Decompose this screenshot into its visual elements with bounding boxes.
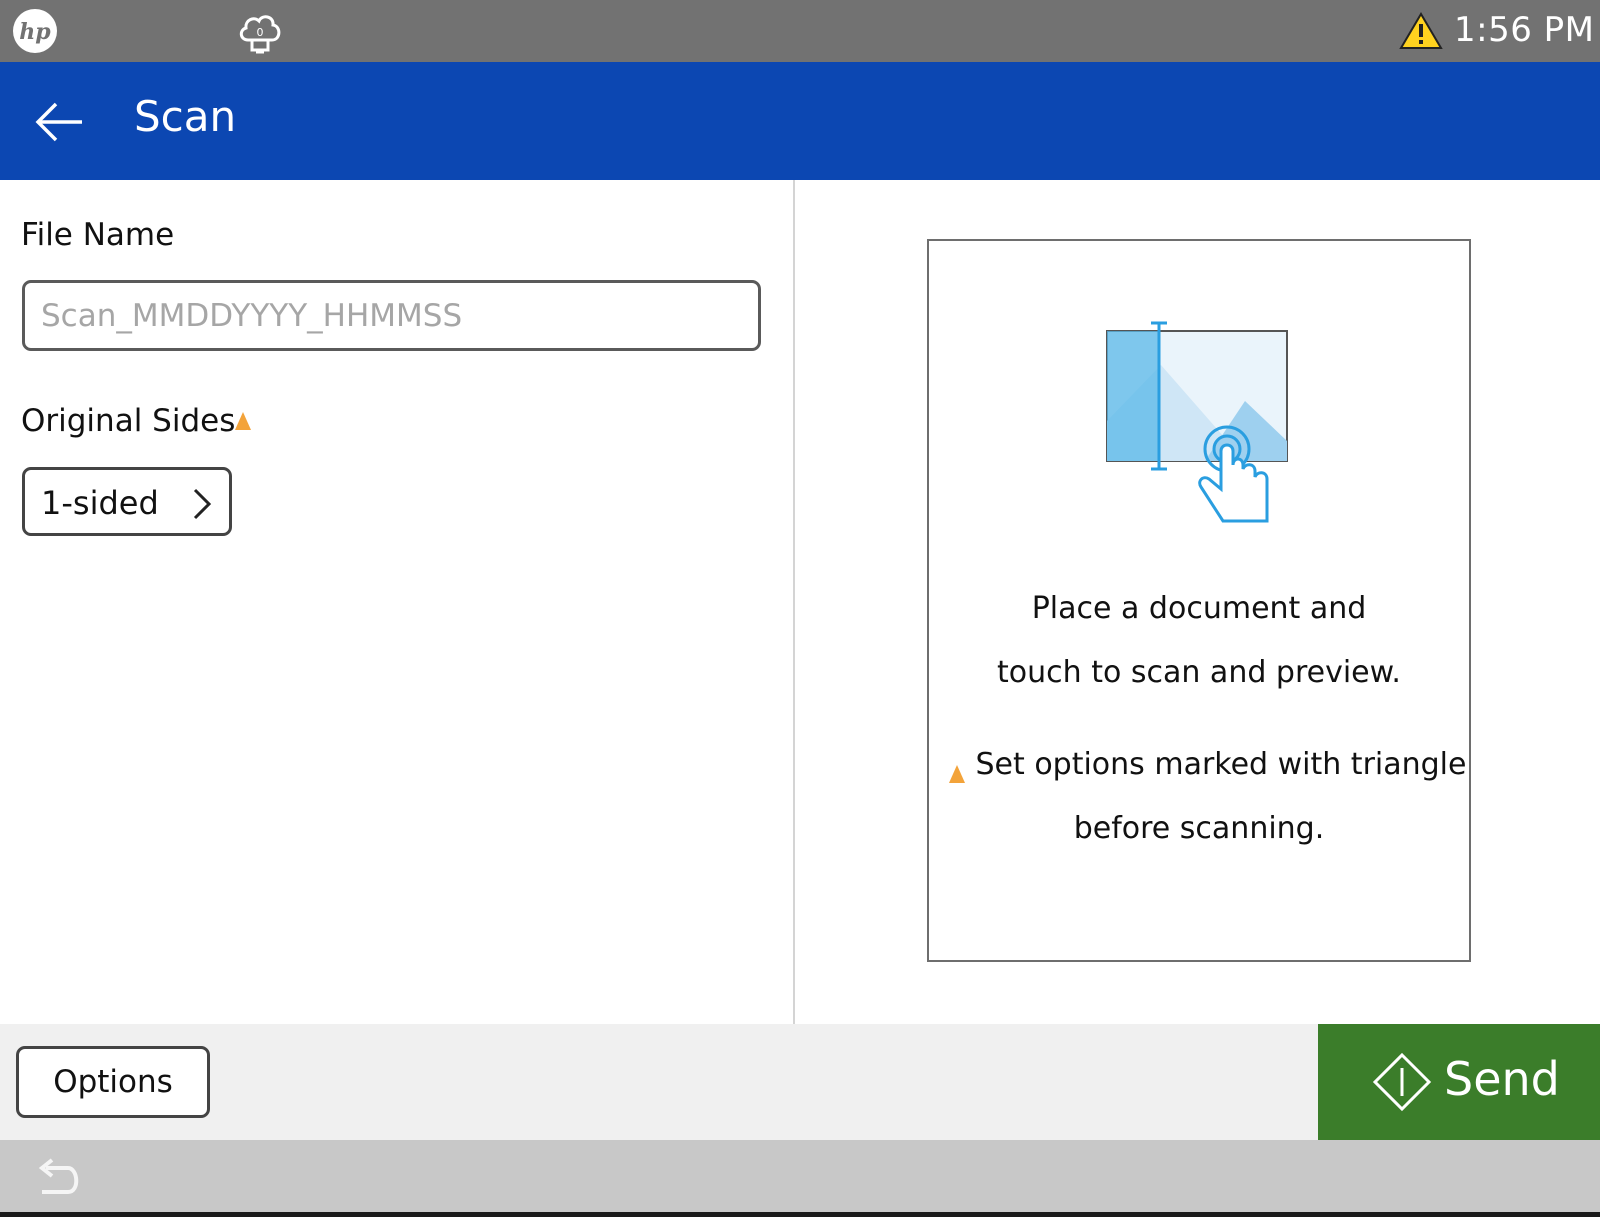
hp-logo: hp xyxy=(13,9,57,53)
file-name-label: File Name xyxy=(21,217,175,253)
warning-icon[interactable] xyxy=(1399,12,1443,50)
preview-message-line-2: touch to scan and preview. xyxy=(997,655,1401,690)
diamond-start-icon xyxy=(1372,1052,1432,1112)
scan-preview-area[interactable]: Place a document and touch to scan and p… xyxy=(927,239,1471,962)
system-nav-bar xyxy=(0,1140,1600,1217)
back-arrow-icon[interactable] xyxy=(28,90,92,154)
original-sides-label: Original Sides xyxy=(21,403,236,439)
status-bar: hp 0 1:56 PM xyxy=(0,0,1600,62)
options-button[interactable]: Options xyxy=(16,1046,210,1118)
original-sides-button[interactable]: 1-sided xyxy=(22,467,232,536)
printer-screen: hp 0 1:56 PM Scan File Name Original Sid… xyxy=(0,0,1600,1217)
chevron-right-icon xyxy=(193,488,212,520)
cloud-count: 0 xyxy=(257,26,264,39)
preview-note-line-1: Set options marked with triangle xyxy=(975,747,1467,782)
action-bar: Options Send xyxy=(0,1024,1600,1140)
svg-text:hp: hp xyxy=(19,19,51,45)
send-button[interactable]: Send xyxy=(1318,1024,1600,1140)
page-title: Scan xyxy=(134,92,237,141)
preview-note-line-2: before scanning. xyxy=(1073,811,1325,846)
original-sides-value: 1-sided xyxy=(41,484,159,522)
cloud-icon[interactable]: 0 xyxy=(236,8,284,58)
required-triangle-icon xyxy=(235,412,251,430)
send-label: Send xyxy=(1444,1052,1560,1106)
file-name-input[interactable] xyxy=(22,280,761,351)
preview-message-line-1: Place a document and xyxy=(1031,591,1367,626)
return-arrow-icon[interactable] xyxy=(32,1158,84,1200)
panel-divider xyxy=(793,180,795,1024)
clock: 1:56 PM xyxy=(1454,10,1595,50)
scan-preview-icon xyxy=(1106,321,1288,523)
title-bar: Scan xyxy=(0,62,1600,180)
